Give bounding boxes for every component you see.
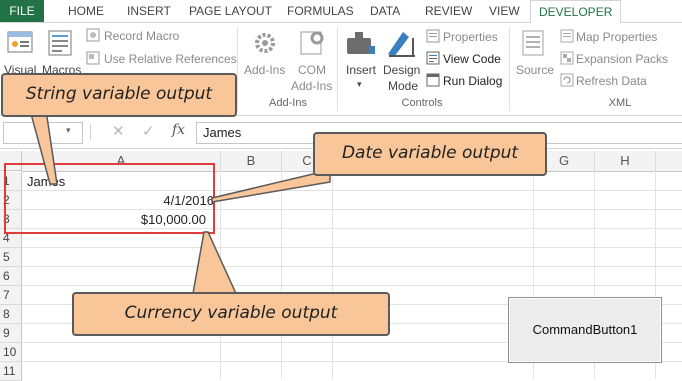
string-callout: String variable output [1,73,237,117]
currency-callout: Currency variable output [72,292,390,336]
command-button[interactable]: CommandButton1 [508,297,662,363]
date-callout: Date variable output [313,132,547,176]
